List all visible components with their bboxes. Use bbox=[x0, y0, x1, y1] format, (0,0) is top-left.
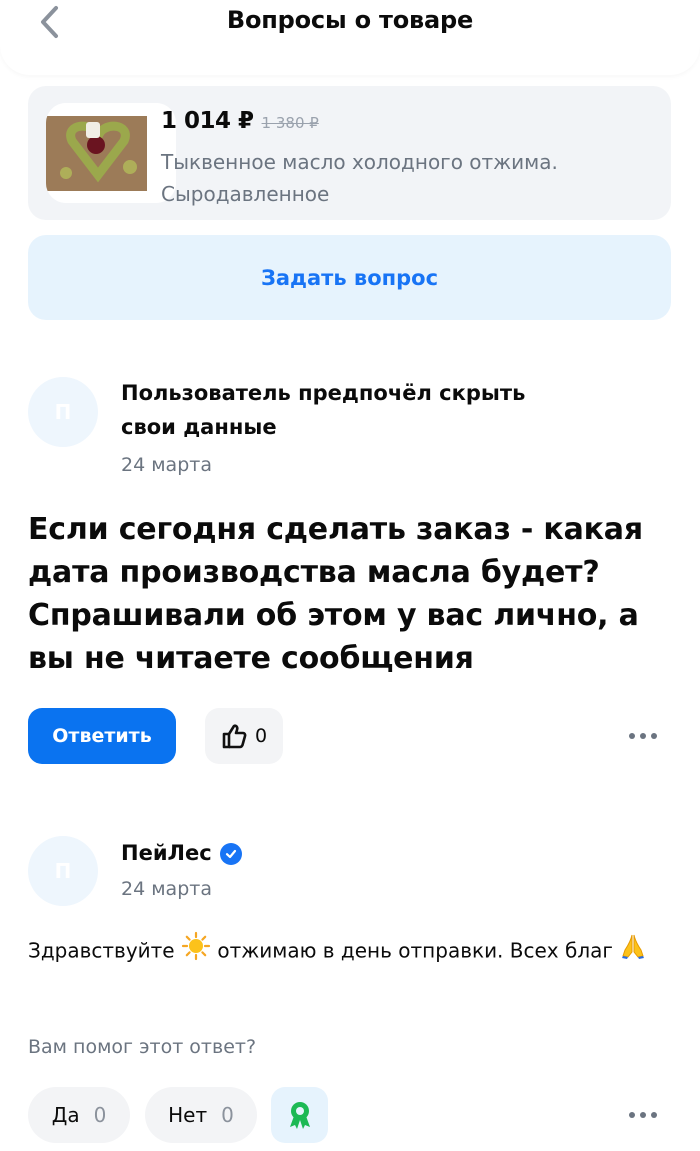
price-row: 1 014 ₽ 1 380 ₽ bbox=[161, 108, 319, 134]
answer-author-name: ПейЛес bbox=[121, 836, 242, 870]
like-button[interactable]: 0 bbox=[205, 708, 283, 764]
thumbs-up-icon bbox=[222, 724, 247, 749]
answer-text: Здравствуйте отжимаю в день отправки. Вс… bbox=[28, 931, 678, 973]
avatar-letter: П bbox=[54, 400, 72, 424]
current-price: 1 014 ₽ bbox=[161, 108, 254, 134]
page-title: Вопросы о товаре bbox=[226, 6, 474, 34]
more-dot bbox=[651, 1112, 657, 1118]
helpful-yes-button[interactable]: Да 0 bbox=[28, 1087, 130, 1143]
avatar: П bbox=[28, 836, 98, 906]
helpful-question: Вам помог этот ответ? bbox=[28, 1036, 257, 1058]
reply-button[interactable]: Ответить bbox=[28, 708, 176, 764]
answer-text-greeting: Здравствуйте bbox=[28, 938, 175, 963]
more-dot bbox=[640, 1112, 646, 1118]
verified-badge-icon bbox=[219, 843, 242, 865]
question-more-button[interactable] bbox=[618, 716, 668, 756]
product-name[interactable]: Тыквенное масло холодного отжима. Сырода… bbox=[161, 146, 641, 210]
question-author-name: Пользователь предпочёл скрыть свои данны… bbox=[121, 381, 526, 439]
more-dot bbox=[629, 1112, 635, 1118]
no-label: Нет bbox=[168, 1103, 208, 1127]
avatar-letter: П bbox=[54, 859, 72, 883]
top-bar: Вопросы о товаре bbox=[0, 0, 700, 75]
question-text: Если сегодня сделать заказ - какая дата … bbox=[28, 512, 643, 676]
question-date: 24 марта bbox=[121, 454, 212, 476]
product-image[interactable] bbox=[46, 103, 176, 203]
answer-more-button[interactable] bbox=[618, 1095, 668, 1135]
like-count: 0 bbox=[254, 725, 268, 747]
answer-date: 24 марта bbox=[121, 878, 212, 900]
sun-icon bbox=[181, 931, 211, 973]
more-dot bbox=[629, 733, 635, 739]
no-count: 0 bbox=[221, 1103, 234, 1127]
more-dot bbox=[651, 733, 657, 739]
yes-label: Да bbox=[51, 1103, 80, 1127]
more-dot bbox=[640, 733, 646, 739]
answer-text-body: отжимаю в день отправки. Всех благ bbox=[217, 938, 613, 963]
seller-name: ПейЛес bbox=[121, 841, 212, 865]
praying-hands-icon bbox=[619, 932, 647, 972]
yes-count: 0 bbox=[93, 1103, 107, 1127]
award-button[interactable] bbox=[271, 1087, 328, 1143]
avatar: П bbox=[28, 377, 98, 447]
helpful-no-button[interactable]: Нет 0 bbox=[145, 1087, 257, 1143]
ask-question-button[interactable]: Задать вопрос bbox=[28, 235, 671, 320]
old-price: 1 380 ₽ bbox=[261, 114, 319, 132]
award-icon bbox=[289, 1102, 310, 1129]
